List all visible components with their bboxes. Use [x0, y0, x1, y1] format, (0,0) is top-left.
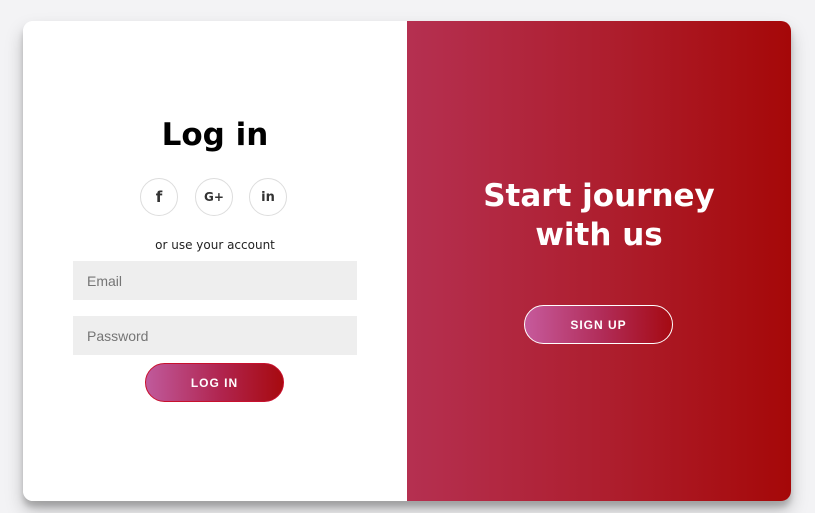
- login-title: Log in: [161, 117, 269, 153]
- facebook-icon[interactable]: f: [140, 178, 178, 216]
- email-input[interactable]: [73, 261, 357, 300]
- signup-heading: Start journey with us: [407, 177, 791, 255]
- linkedin-glyph: in: [261, 189, 275, 205]
- auth-card: Log in f G+ in or use your account LOG I…: [23, 21, 791, 501]
- login-button[interactable]: LOG IN: [145, 363, 284, 402]
- alt-login-text: or use your account: [155, 238, 275, 252]
- signup-panel: Start journey with us SIGN UP: [407, 21, 791, 501]
- linkedin-icon[interactable]: in: [249, 178, 287, 216]
- google-plus-icon[interactable]: G+: [195, 178, 233, 216]
- signup-heading-line2: with us: [535, 217, 663, 253]
- facebook-glyph: f: [155, 188, 163, 206]
- signup-heading-line1: Start journey: [483, 178, 715, 214]
- google-plus-glyph: G+: [204, 190, 224, 204]
- signup-button[interactable]: SIGN UP: [524, 305, 673, 344]
- password-input[interactable]: [73, 316, 357, 355]
- login-panel: Log in f G+ in or use your account LOG I…: [23, 21, 407, 501]
